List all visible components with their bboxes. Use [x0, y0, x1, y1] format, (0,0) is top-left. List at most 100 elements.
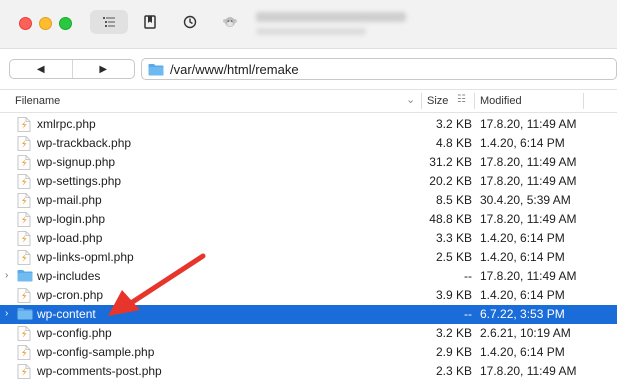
history-icon	[183, 15, 197, 29]
file-name: wp-settings.php	[37, 174, 122, 188]
file-size: 20.2 KB	[429, 174, 472, 188]
php-file-icon	[17, 288, 31, 303]
file-name: wp-links-opml.php	[37, 250, 134, 264]
file-size: 3.9 KB	[435, 288, 472, 302]
file-size: --	[464, 307, 472, 321]
column-divider[interactable]	[583, 93, 584, 109]
php-file-icon	[17, 250, 31, 265]
back-forward-control: ◀ ▶	[9, 59, 135, 79]
file-row[interactable]: wp-login.php 48.8 KB 17.8.20, 11:49 AM	[0, 210, 617, 229]
column-options-icon[interactable]: ☷	[457, 94, 466, 105]
column-header: Filename ⌄ Size ☷ Modified	[0, 90, 617, 113]
php-file-icon	[17, 231, 31, 246]
php-file-icon	[17, 117, 31, 132]
file-name: wp-trackback.php	[37, 136, 132, 150]
php-file-icon	[17, 155, 31, 170]
file-name: wp-login.php	[37, 212, 106, 226]
current-path: /var/www/html/remake	[170, 61, 299, 77]
filename-column-header[interactable]: Filename	[15, 95, 60, 107]
file-name: wp-includes	[37, 269, 101, 283]
file-name: wp-load.php	[37, 231, 103, 245]
file-size: 48.8 KB	[429, 212, 472, 226]
file-modified: 1.4.20, 6:14 PM	[480, 288, 565, 302]
file-row[interactable]: wp-comments-post.php 2.3 KB 17.8.20, 11:49…	[0, 362, 617, 381]
file-modified: 17.8.20, 11:49 AM	[480, 155, 577, 169]
server-detail-redacted	[256, 28, 366, 35]
file-size: 3.2 KB	[435, 117, 472, 131]
path-field[interactable]: /var/www/html/remake	[141, 58, 617, 80]
file-modified: 1.4.20, 6:14 PM	[480, 250, 565, 264]
file-size: 4.8 KB	[435, 136, 472, 150]
php-file-icon	[17, 364, 31, 379]
sort-chevron-icon[interactable]: ⌄	[406, 93, 415, 106]
monkey-icon	[223, 17, 237, 27]
file-list: xmlrpc.php 3.2 KB 17.8.20, 11:49 AM wp-tra…	[0, 115, 617, 381]
title-bar	[0, 0, 617, 49]
file-row[interactable]: wp-load.php 3.3 KB 1.4.20, 6:14 PM	[0, 229, 617, 248]
server-name-redacted	[256, 12, 406, 22]
file-name: xmlrpc.php	[37, 117, 96, 131]
file-row[interactable]: wp-links-opml.php 2.5 KB 1.4.20, 6:14 PM	[0, 248, 617, 267]
php-file-icon	[17, 136, 31, 151]
file-modified: 17.8.20, 11:49 AM	[480, 212, 577, 226]
transcript-button[interactable]	[221, 10, 239, 34]
column-divider[interactable]	[474, 93, 475, 109]
file-name: wp-config.php	[37, 326, 112, 340]
folder-icon	[17, 307, 33, 322]
php-file-icon	[17, 212, 31, 227]
folder-icon	[148, 63, 164, 75]
file-name: wp-signup.php	[37, 155, 116, 169]
folder-row[interactable]: › wp-content -- 6.7.22, 3:53 PM	[0, 305, 617, 324]
disclosure-chevron-icon[interactable]: ›	[5, 308, 8, 319]
file-modified: 2.6.21, 10:19 AM	[480, 326, 571, 340]
file-size: 8.5 KB	[435, 193, 472, 207]
file-size: 2.9 KB	[435, 345, 472, 359]
back-button[interactable]: ◀	[10, 60, 72, 78]
outline-icon	[103, 17, 115, 27]
file-modified: 1.4.20, 6:14 PM	[480, 231, 565, 245]
bookmarks-button[interactable]	[141, 10, 159, 34]
file-row[interactable]: xmlrpc.php 3.2 KB 17.8.20, 11:49 AM	[0, 115, 617, 134]
file-modified: 1.4.20, 6:14 PM	[480, 345, 565, 359]
folder-row[interactable]: › wp-includes -- 17.8.20, 11:49 AM	[0, 267, 617, 286]
file-modified: 17.8.20, 11:49 AM	[480, 117, 577, 131]
file-name: wp-config-sample.php	[37, 345, 155, 359]
file-size: 31.2 KB	[429, 155, 472, 169]
folder-icon	[17, 269, 33, 284]
history-button[interactable]	[181, 10, 199, 34]
file-modified: 30.4.20, 5:39 AM	[480, 193, 571, 207]
file-size: --	[464, 269, 472, 283]
php-file-icon	[17, 193, 31, 208]
file-modified: 17.8.20, 11:49 AM	[480, 269, 577, 283]
file-row[interactable]: wp-config-sample.php 2.9 KB 1.4.20, 6:14 P…	[0, 343, 617, 362]
file-modified: 6.7.22, 3:53 PM	[480, 307, 565, 321]
file-row[interactable]: wp-cron.php 3.9 KB 1.4.20, 6:14 PM	[0, 286, 617, 305]
disclosure-chevron-icon[interactable]: ›	[5, 270, 8, 281]
file-row[interactable]: wp-settings.php 20.2 KB 17.8.20, 11:49 AM	[0, 172, 617, 191]
file-name: wp-mail.php	[37, 193, 102, 207]
file-name: wp-content	[37, 307, 96, 321]
file-modified: 17.8.20, 11:49 AM	[480, 174, 577, 188]
outline-view-button[interactable]	[90, 10, 128, 34]
minimize-window-button[interactable]	[39, 17, 52, 30]
file-modified: 1.4.20, 6:14 PM	[480, 136, 565, 150]
close-window-button[interactable]	[19, 17, 32, 30]
navigation-bar: ◀ ▶ /var/www/html/remake	[0, 49, 617, 90]
php-file-icon	[17, 174, 31, 189]
forward-button[interactable]: ▶	[71, 60, 135, 78]
size-column-header[interactable]: Size	[427, 95, 448, 107]
file-row[interactable]: wp-signup.php 31.2 KB 17.8.20, 11:49 AM	[0, 153, 617, 172]
file-size: 2.5 KB	[435, 250, 472, 264]
file-row[interactable]: wp-config.php 3.2 KB 2.6.21, 10:19 AM	[0, 324, 617, 343]
file-size: 3.3 KB	[435, 231, 472, 245]
file-row[interactable]: wp-trackback.php 4.8 KB 1.4.20, 6:14 PM	[0, 134, 617, 153]
file-name: wp-cron.php	[37, 288, 104, 302]
file-row[interactable]: wp-mail.php 8.5 KB 30.4.20, 5:39 AM	[0, 191, 617, 210]
column-divider[interactable]	[421, 93, 422, 109]
file-size: 3.2 KB	[435, 326, 472, 340]
bookmark-icon	[144, 15, 156, 29]
php-file-icon	[17, 326, 31, 341]
modified-column-header[interactable]: Modified	[480, 95, 522, 107]
php-file-icon	[17, 345, 31, 360]
zoom-window-button[interactable]	[59, 17, 72, 30]
